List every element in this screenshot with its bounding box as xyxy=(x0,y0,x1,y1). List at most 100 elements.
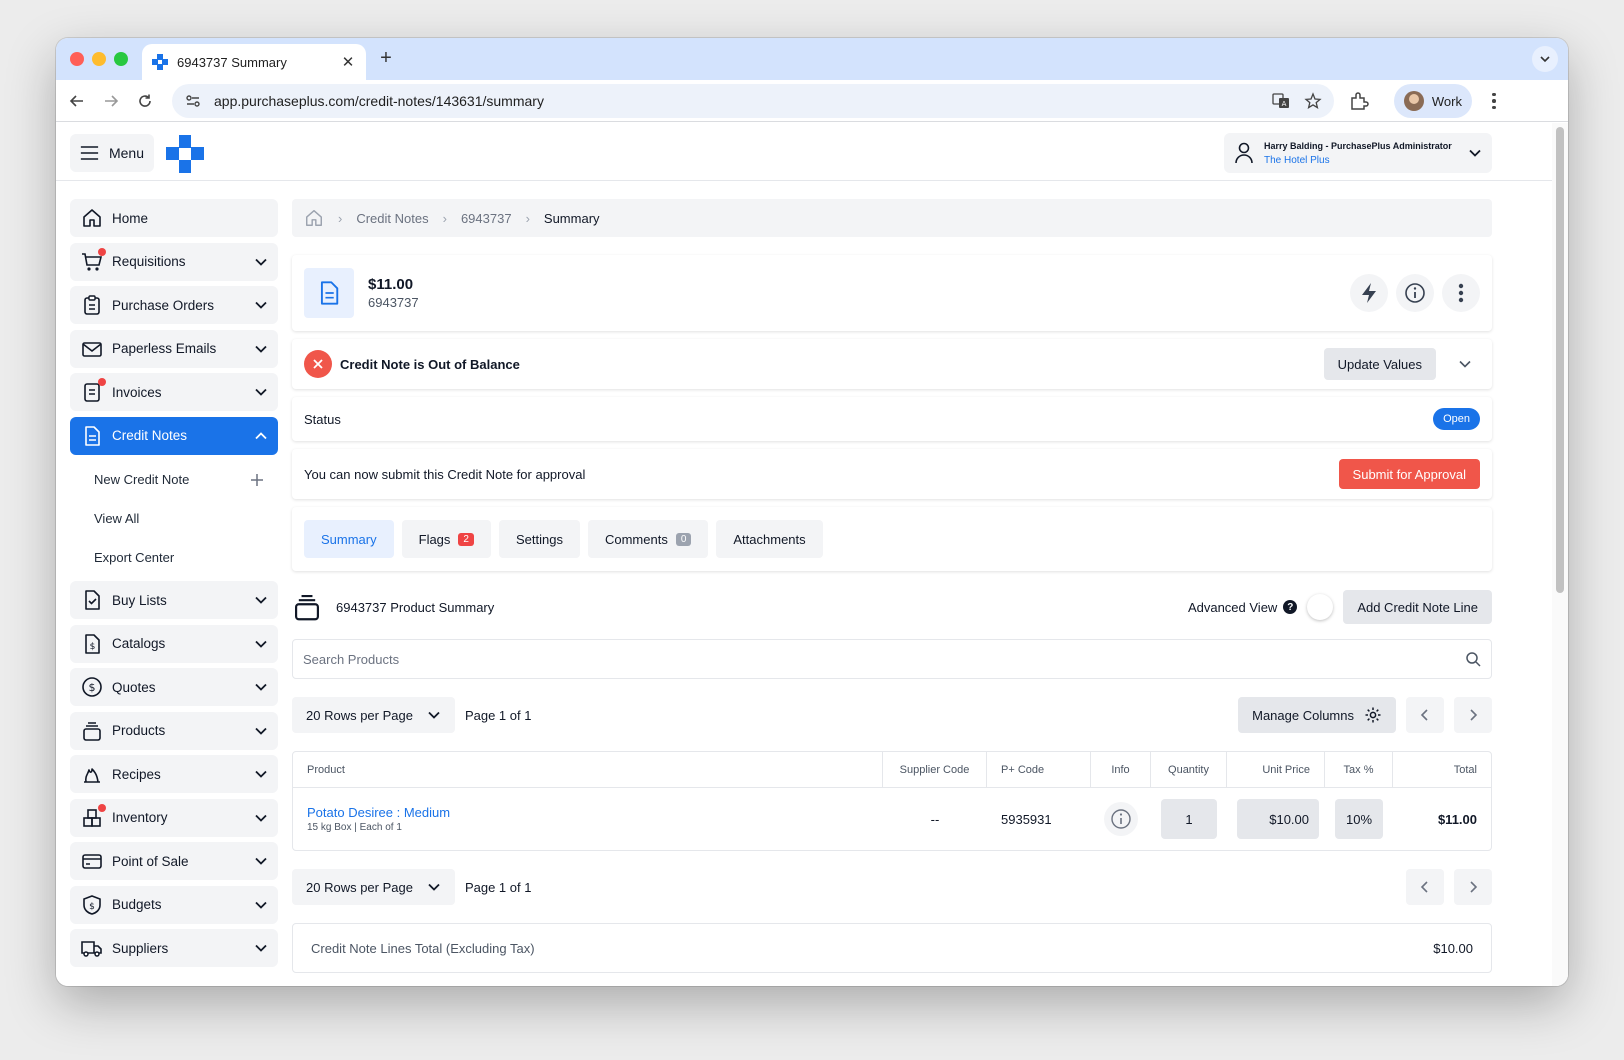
address-bar[interactable]: app.purchaseplus.com/credit-notes/143631… xyxy=(172,84,1334,118)
reload-button[interactable] xyxy=(134,90,156,112)
sidebar-item-label: Purchase Orders xyxy=(112,297,215,313)
site-settings-icon[interactable] xyxy=(184,92,202,110)
sidebar-item-label: Catalogs xyxy=(112,636,166,651)
sidebar-item-quotes[interactable]: $ Quotes xyxy=(70,668,278,706)
sidebar-item-label: Credit Notes xyxy=(112,428,188,443)
close-window-button[interactable] xyxy=(70,52,84,66)
forward-button[interactable] xyxy=(100,90,122,112)
bookmark-star-icon[interactable] xyxy=(1304,92,1322,110)
sidebar-item-budgets[interactable]: $ Budgets xyxy=(70,885,278,924)
back-button[interactable] xyxy=(66,90,88,112)
rows-per-page-value: 20 Rows per Page xyxy=(306,879,413,895)
tab-title: 6943737 Summary xyxy=(177,54,287,70)
chevron-down-icon xyxy=(255,770,267,778)
sidebar-item-buy-lists[interactable]: Buy Lists xyxy=(70,581,278,619)
close-tab-icon[interactable]: ✕ xyxy=(340,53,356,71)
previous-page-button[interactable] xyxy=(1406,697,1444,733)
credit-note-lines-table: Product Supplier Code P+ Code Info Quant… xyxy=(292,751,1492,851)
search-products-input[interactable]: Search Products xyxy=(292,639,1492,679)
more-options-button[interactable] xyxy=(1442,274,1480,312)
document-icon xyxy=(80,424,104,448)
rows-per-page-select[interactable]: 20 Rows per Page xyxy=(292,697,455,733)
submit-message: You can now submit this Credit Note for … xyxy=(304,466,586,482)
chevron-down-icon xyxy=(428,711,440,719)
maximize-window-button[interactable] xyxy=(114,52,128,66)
breadcrumb-credit-note-number[interactable]: 6943737 xyxy=(461,211,512,226)
sidebar-item-recipes[interactable]: Recipes xyxy=(70,755,278,793)
minimize-window-button[interactable] xyxy=(92,52,106,66)
supplier-code-cell: -- xyxy=(930,811,940,827)
translate-icon[interactable]: A xyxy=(1272,92,1290,110)
help-icon[interactable]: ? xyxy=(1283,600,1298,614)
sidebar-subitem-label: View All xyxy=(94,511,140,526)
table-header: Product Supplier Code P+ Code Info Quant… xyxy=(293,752,1491,788)
sidebar-item-invoices[interactable]: Invoices xyxy=(70,373,278,411)
sidebar: Home Requisitions Purchase Orders Paperl… xyxy=(70,199,278,973)
rows-per-page-select[interactable]: 20 Rows per Page xyxy=(292,869,455,905)
sidebar-item-purchase-orders[interactable]: Purchase Orders xyxy=(70,286,278,324)
quantity-input[interactable]: 1 xyxy=(1161,799,1217,839)
advanced-view-toggle[interactable] xyxy=(1307,594,1334,620)
tab-summary[interactable]: Summary xyxy=(304,520,394,558)
sidebar-item-label: Suppliers xyxy=(112,940,169,956)
sidebar-item-suppliers[interactable]: Suppliers xyxy=(70,929,278,967)
info-button[interactable] xyxy=(1396,274,1434,312)
sidebar-subitem-view-all[interactable]: View All xyxy=(70,499,278,538)
profile-button[interactable]: Work xyxy=(1394,84,1472,118)
product-name-link[interactable]: Potato Desiree : Medium xyxy=(307,805,450,820)
purchaseplus-logo[interactable] xyxy=(166,135,204,173)
invoice-icon xyxy=(80,378,106,404)
breadcrumb-credit-notes[interactable]: Credit Notes xyxy=(356,211,428,226)
submit-for-approval-button[interactable]: Submit for Approval xyxy=(1338,459,1480,489)
clipboard-icon xyxy=(80,293,104,317)
new-tab-button[interactable]: + xyxy=(374,47,398,70)
browser-menu-icon[interactable] xyxy=(1484,90,1504,112)
sidebar-item-home[interactable]: Home xyxy=(70,199,278,237)
tab-flags[interactable]: Flags 2 xyxy=(401,520,491,558)
sidebar-item-requisitions[interactable]: Requisitions xyxy=(70,242,278,281)
extensions-icon[interactable] xyxy=(1348,90,1370,112)
tax-input[interactable]: 10% xyxy=(1335,799,1383,839)
manage-columns-button[interactable]: Manage Columns xyxy=(1238,697,1396,733)
credit-note-number: 6943737 xyxy=(368,295,419,310)
tab-comments[interactable]: Comments 0 xyxy=(587,520,709,558)
page-indicator: Page 1 of 1 xyxy=(464,707,532,723)
home-icon[interactable] xyxy=(304,208,324,228)
sidebar-item-label: Inventory xyxy=(112,810,168,825)
add-credit-note-line-button[interactable]: Add Credit Note Line xyxy=(1343,590,1492,624)
chevron-down-icon[interactable] xyxy=(1458,357,1472,371)
product-info-button[interactable] xyxy=(1104,802,1138,836)
sidebar-item-inventory[interactable]: Inventory xyxy=(70,798,278,837)
info-icon xyxy=(1405,283,1425,303)
tab-search-button[interactable] xyxy=(1532,46,1558,72)
chevron-down-icon xyxy=(255,596,267,604)
next-page-button[interactable] xyxy=(1454,697,1492,733)
scrollbar-thumb[interactable] xyxy=(1556,127,1564,593)
product-description: 15 kg Box | Each of 1 xyxy=(307,822,402,833)
status-badge: Open xyxy=(1433,408,1480,430)
unit-price-input[interactable]: $10.00 xyxy=(1237,799,1319,839)
sidebar-item-paperless-emails[interactable]: Paperless Emails xyxy=(70,329,278,368)
sidebar-subitem-export-center[interactable]: Export Center xyxy=(70,538,278,577)
sidebar-item-catalogs[interactable]: $ Catalogs xyxy=(70,624,278,663)
browser-tab[interactable]: 6943737 Summary ✕ xyxy=(142,44,366,80)
sidebar-item-products[interactable]: Products xyxy=(70,711,278,750)
tab-settings[interactable]: Settings xyxy=(498,520,580,558)
tax-cell: 10% xyxy=(1325,788,1393,850)
menu-button[interactable]: Menu xyxy=(70,134,154,172)
reload-icon xyxy=(139,94,151,107)
actions-button[interactable] xyxy=(1350,274,1388,312)
hamburger-icon xyxy=(80,146,99,160)
tab-label: Comments xyxy=(604,531,668,547)
sidebar-item-point-of-sale[interactable]: Point of Sale xyxy=(70,842,278,880)
menu-label: Menu xyxy=(108,145,144,161)
user-menu[interactable]: Harry Balding - PurchasePlus Administrat… xyxy=(1224,133,1492,173)
next-page-button[interactable] xyxy=(1454,869,1492,905)
sidebar-item-credit-notes[interactable]: Credit Notes xyxy=(70,416,278,455)
previous-page-button[interactable] xyxy=(1406,869,1444,905)
document-icon xyxy=(304,268,354,318)
tab-attachments[interactable]: Attachments xyxy=(716,520,823,558)
sidebar-subitem-new-credit-note[interactable]: New Credit Note xyxy=(70,460,278,499)
totals-value: $10.00 xyxy=(1433,940,1473,956)
update-values-button[interactable]: Update Values xyxy=(1323,348,1436,380)
